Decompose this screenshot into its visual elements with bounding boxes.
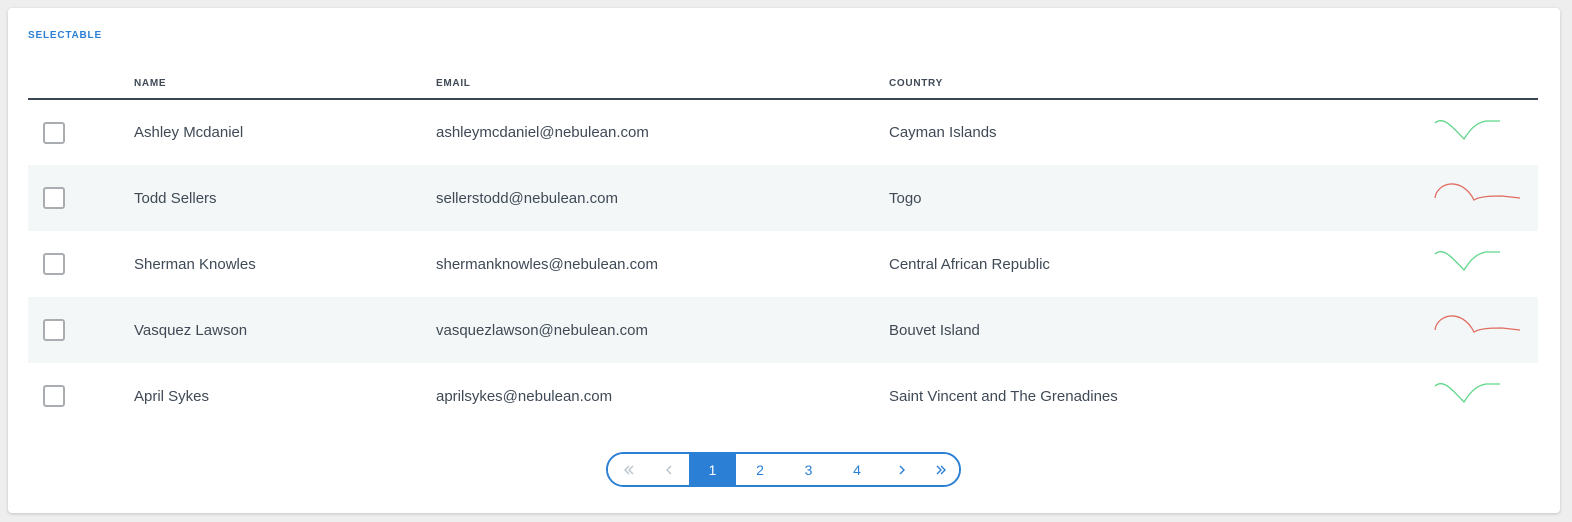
table-header: NAME EMAIL COUNTRY xyxy=(28,68,1538,100)
trend-cell xyxy=(1434,297,1538,363)
sparkline-path xyxy=(1434,315,1521,333)
prev-page-button[interactable] xyxy=(649,454,689,485)
email-cell: sellerstodd@nebulean.com xyxy=(436,165,889,231)
selectable-table-card: SELECTABLE NAME EMAIL COUNTRY Ashley Mcd… xyxy=(8,8,1560,513)
page-button-2[interactable]: 2 xyxy=(736,454,784,485)
header-select xyxy=(28,68,134,100)
country-cell: Bouvet Island xyxy=(889,297,1434,363)
country-cell: Togo xyxy=(889,165,1434,231)
header-country[interactable]: COUNTRY xyxy=(889,68,1434,100)
name-cell: Todd Sellers xyxy=(134,165,436,231)
sparkline-icon xyxy=(1434,119,1500,140)
name-cell: April Sykes xyxy=(134,387,210,405)
email-cell: vasquezlawson@nebulean.com xyxy=(436,297,889,363)
table-row[interactable]: April Sykes aprilsykes@nebulean.com Sain… xyxy=(28,363,1538,429)
select-cell xyxy=(28,231,134,297)
trend-cell xyxy=(1434,363,1538,429)
sparkline-path xyxy=(1434,183,1521,201)
sparkline-path xyxy=(1434,383,1500,404)
double-chevron-left-icon xyxy=(623,465,633,474)
select-cell xyxy=(28,99,134,165)
table-row[interactable]: Vasquez Lawson vasquezlawson@nebulean.co… xyxy=(28,297,1538,363)
select-cell xyxy=(28,363,134,429)
pagination: 1 2 3 4 xyxy=(606,452,961,487)
header-email[interactable]: EMAIL xyxy=(436,68,889,100)
name-cell: Ashley Mcdaniel xyxy=(134,124,244,141)
row-checkbox[interactable] xyxy=(43,121,65,144)
table-row[interactable]: Sherman Knowles shermanknowles@nebulean.… xyxy=(28,231,1538,297)
page-button-3[interactable]: 3 xyxy=(784,454,833,485)
card-title: SELECTABLE xyxy=(28,30,102,41)
name-cell: Vasquez Lawson xyxy=(134,297,436,363)
trend-cell xyxy=(1434,99,1538,165)
table-row[interactable]: Todd Sellers sellerstodd@nebulean.com To… xyxy=(28,165,1538,231)
row-checkbox[interactable] xyxy=(43,385,65,407)
select-cell xyxy=(28,297,134,363)
page-button-4[interactable]: 4 xyxy=(833,454,881,485)
table-body: Ashley Mcdaniel ashleymcdaniel@nebulean.… xyxy=(28,99,1538,429)
select-cell xyxy=(28,165,134,231)
chevron-left-icon xyxy=(666,465,672,474)
name-cell: Sherman Knowles xyxy=(134,255,256,273)
email-cell: ashleymcdaniel@nebulean.com xyxy=(436,124,649,141)
header-row: NAME EMAIL COUNTRY xyxy=(28,68,1538,100)
sparkline-icon xyxy=(1434,183,1521,201)
first-page-button[interactable] xyxy=(608,454,649,485)
sparkline-icon xyxy=(1434,251,1500,272)
country-cell: Saint Vincent and The Grenadines xyxy=(889,387,1118,405)
email-cell: aprilsykes@nebulean.com xyxy=(436,387,613,405)
sparkline-path xyxy=(1434,119,1500,140)
page-button-1[interactable]: 1 xyxy=(689,454,736,485)
table-row[interactable]: Ashley Mcdaniel ashleymcdaniel@nebulean.… xyxy=(28,99,1538,165)
data-table: NAME EMAIL COUNTRY Ashley Mcdaniel ashle… xyxy=(28,68,1538,429)
sparkline-icon xyxy=(1434,383,1500,404)
last-page-button[interactable] xyxy=(923,454,959,485)
row-checkbox[interactable] xyxy=(43,319,65,341)
sparkline-icon xyxy=(1434,315,1521,333)
row-checkbox[interactable] xyxy=(43,253,65,275)
email-cell: shermanknowles@nebulean.com xyxy=(436,255,659,273)
country-cell: Central African Republic xyxy=(889,255,1050,273)
country-cell: Cayman Islands xyxy=(889,124,997,141)
chevron-right-icon xyxy=(899,465,905,474)
trend-cell xyxy=(1434,165,1538,231)
header-trend xyxy=(1434,68,1538,100)
trend-cell xyxy=(1434,231,1538,297)
next-page-button[interactable] xyxy=(881,454,923,485)
header-name[interactable]: NAME xyxy=(134,68,436,100)
sparkline-path xyxy=(1434,251,1500,272)
double-chevron-right-icon xyxy=(936,465,946,474)
row-checkbox[interactable] xyxy=(43,187,65,209)
